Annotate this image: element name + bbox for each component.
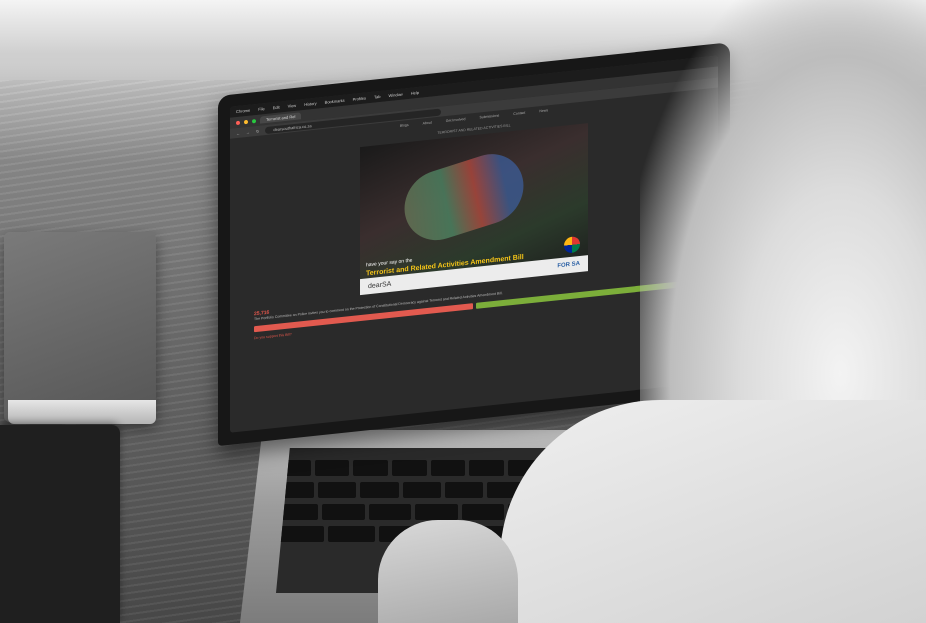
menu-tab[interactable]: Tab (374, 94, 380, 100)
nav-blogs[interactable]: Blogs (400, 123, 409, 128)
menu-bookmarks[interactable]: Bookmarks (325, 98, 345, 105)
notebook (4, 232, 156, 422)
person-hand (378, 520, 518, 623)
menu-view[interactable]: View (288, 103, 297, 109)
notebook-pages (8, 400, 156, 424)
photo-scene: Chrome File Edit View History Bookmarks … (0, 0, 926, 623)
menu-chrome[interactable]: Chrome (236, 108, 250, 114)
hands-image (398, 145, 530, 250)
menu-history[interactable]: History (304, 101, 316, 107)
minimize-window-icon[interactable] (244, 119, 248, 124)
hero-banner: have your say on the Terrorist and Relat… (360, 123, 588, 296)
menu-file[interactable]: File (258, 106, 264, 112)
menu-help[interactable]: Help (411, 90, 419, 96)
sa-flag-badge (564, 235, 580, 254)
forsa-logo: FOR SA (557, 260, 580, 270)
nav-get-involved[interactable]: Get Involved (446, 117, 466, 123)
dearsa-logo: dearSA (368, 280, 392, 290)
tablet-device (0, 425, 120, 623)
back-icon[interactable]: ← (236, 130, 240, 135)
menu-window[interactable]: Window (388, 92, 402, 98)
reload-icon[interactable]: ↻ (256, 128, 259, 133)
menu-edit[interactable]: Edit (273, 105, 280, 111)
menu-profiles[interactable]: Profiles (353, 95, 366, 101)
nav-news[interactable]: News (539, 108, 548, 113)
person-shoulder (500, 400, 926, 623)
nav-submissions[interactable]: Submissions (479, 113, 499, 119)
close-window-icon[interactable] (236, 120, 240, 125)
nav-about[interactable]: About (423, 121, 432, 126)
forward-icon[interactable]: → (246, 129, 250, 134)
zoom-window-icon[interactable] (252, 118, 256, 123)
nav-contact[interactable]: Contact (513, 111, 525, 116)
